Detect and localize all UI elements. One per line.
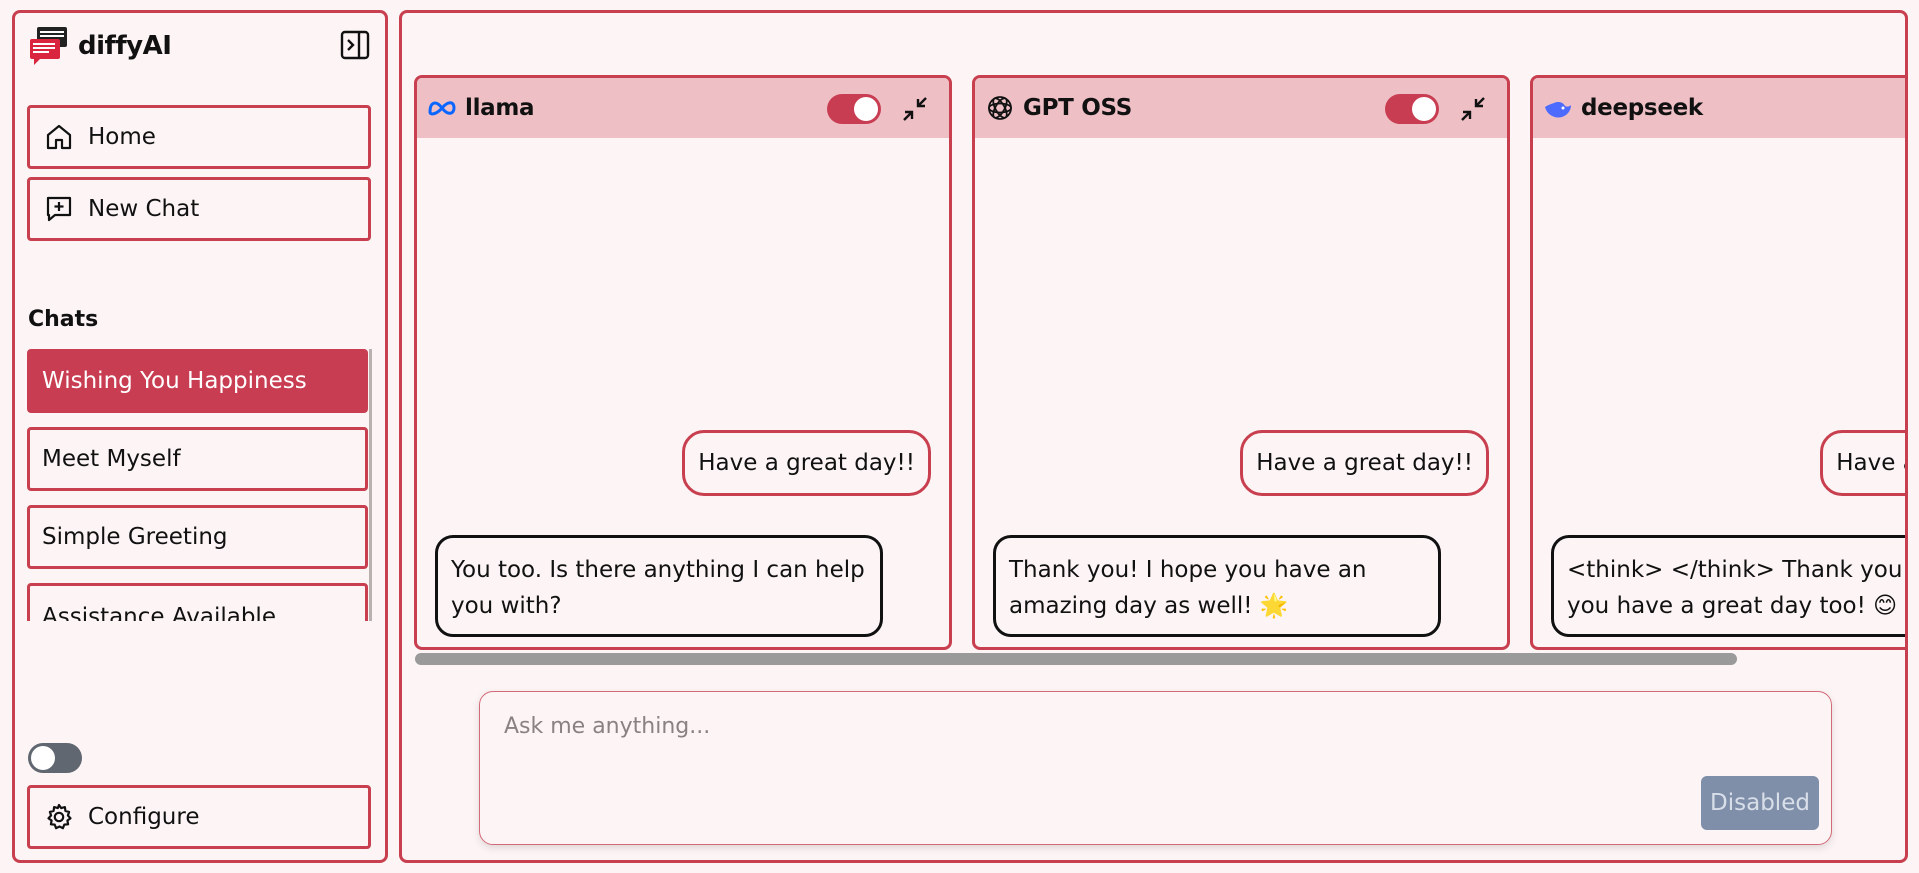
brand[interactable]: diffyAI (28, 25, 172, 67)
chat-bubbles-logo-icon (28, 25, 70, 67)
panels-horizontal-scrollbar[interactable] (415, 653, 1737, 665)
home-icon (46, 124, 72, 150)
toggle-knob (31, 746, 55, 770)
assistant-message: <think> </think> Thank you! I hope you h… (1551, 535, 1905, 637)
chat-list[interactable]: Wishing You Happiness Meet Myself Simple… (27, 349, 372, 621)
chat-item-assistance-available[interactable]: Assistance Available (27, 583, 368, 621)
configure-button[interactable]: Configure (27, 785, 371, 849)
chats-heading: Chats (28, 307, 99, 332)
chat-item-label: Assistance Available (42, 604, 276, 621)
panel-header: deepseek (1533, 78, 1905, 138)
panel-enable-toggle[interactable] (827, 94, 881, 124)
chat-item-label: Wishing You Happiness (42, 368, 307, 394)
configure-label: Configure (88, 804, 200, 830)
gear-icon (47, 803, 72, 830)
home-label: Home (88, 124, 156, 150)
panel-model-name: deepseek (1581, 95, 1703, 121)
theme-toggle[interactable] (28, 743, 82, 773)
new-chat-button[interactable]: New Chat (27, 177, 371, 241)
chat-item-label: Simple Greeting (42, 524, 228, 550)
user-message: Have a great day!! (682, 430, 931, 496)
model-panel-llama: llama Have a great day!! You too. Is the… (414, 75, 952, 650)
panel-model-name: llama (465, 95, 535, 121)
toggle-knob (854, 97, 878, 121)
panel-model-name: GPT OSS (1023, 95, 1132, 121)
main-area: llama Have a great day!! You too. Is the… (399, 10, 1908, 863)
sidebar: diffyAI Home New Chat Chats Wishing You … (12, 10, 388, 863)
new-chat-icon (46, 196, 72, 222)
home-button[interactable]: Home (27, 105, 371, 169)
model-panel-deepseek: deepseek Have a great day!! <think> </th… (1530, 75, 1905, 650)
brand-name: diffyAI (78, 31, 172, 61)
openai-icon (988, 96, 1012, 120)
meta-icon (428, 101, 456, 116)
new-chat-label: New Chat (88, 196, 200, 222)
minimize-icon[interactable] (1459, 95, 1487, 123)
user-message: Have a great day!! (1240, 430, 1489, 496)
chat-item-simple-greeting[interactable]: Simple Greeting (27, 505, 368, 569)
collapse-sidebar-icon[interactable] (339, 29, 371, 61)
chat-item-wishing-you-happiness[interactable]: Wishing You Happiness (27, 349, 368, 413)
message-composer: Disabled (479, 691, 1832, 845)
chat-list-scrollbar[interactable] (369, 349, 372, 621)
assistant-message: You too. Is there anything I can help yo… (435, 535, 883, 637)
panel-enable-toggle[interactable] (1385, 94, 1439, 124)
chat-item-label: Meet Myself (42, 446, 181, 472)
send-button[interactable]: Disabled (1701, 776, 1819, 830)
assistant-message: Thank you! I hope you have an amazing da… (993, 535, 1441, 637)
message-input[interactable] (504, 714, 1604, 739)
user-message: Have a great day!! (1820, 430, 1905, 496)
minimize-icon[interactable] (901, 95, 929, 123)
deepseek-whale-icon (1545, 102, 1571, 118)
model-panel-gpt-oss: GPT OSS Have a great day!! Thank you! I … (972, 75, 1510, 650)
toggle-knob (1412, 97, 1436, 121)
chat-item-meet-myself[interactable]: Meet Myself (27, 427, 368, 491)
